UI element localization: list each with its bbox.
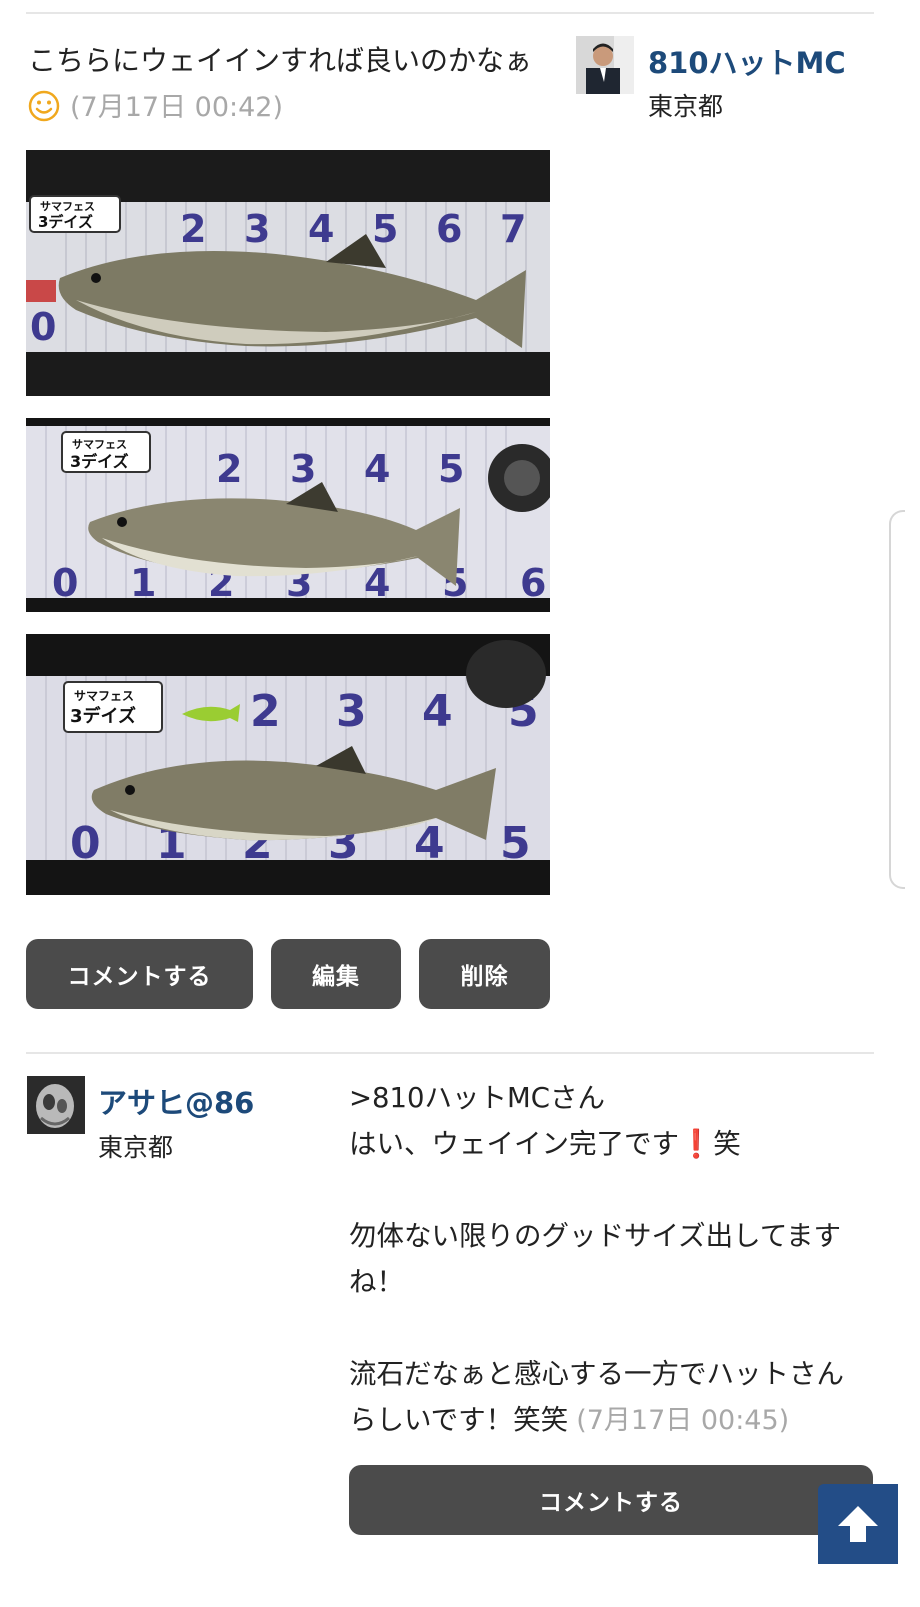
photo-2-label-line1: サマフェス — [72, 438, 127, 451]
photo-3-label-line1: サマフェス — [74, 689, 134, 703]
photo-2-bottom-number: 0 — [52, 561, 78, 605]
photo-1-bottom-number: 0 — [30, 305, 56, 349]
photo-1-top-number: 7 — [500, 207, 526, 251]
photo-2-top-number: 2 — [216, 447, 242, 491]
reply-comment-button[interactable]: コメントする — [349, 1465, 873, 1535]
photo-3-bottom-number: 4 — [414, 818, 445, 869]
photo-3-bottom-number: 0 — [70, 818, 101, 869]
reply-line2-text: はい、ウェイイン完了です — [349, 1128, 679, 1160]
reply-paragraph-3: 流石だなぁと感心する一方でハットさんらしいです！笑笑 (7月17日 00:45) — [349, 1351, 869, 1444]
photo-1-top-number: 6 — [436, 207, 462, 251]
fish-photo-2[interactable]: サマフェス 3デイズ 2 3 4 5 0 1 2 3 4 5 6 — [26, 418, 550, 612]
reply-quote: >810ハットMCさん — [349, 1082, 605, 1114]
reply-author-name[interactable]: アサヒ@86 — [98, 1080, 254, 1122]
photo-1-label-line2: 3デイズ — [38, 213, 93, 231]
photo-3-top-number: 4 — [422, 686, 453, 737]
reply-paragraph-2: 勿体ない限りのグッドサイズ出してますね！ — [349, 1220, 841, 1298]
post-timestamp: (7月17日 00:42) — [70, 92, 283, 123]
fish-photo-1[interactable]: サマフェス 3デイズ 2 3 4 5 6 7 0 — [26, 150, 550, 396]
reply-author-avatar[interactable] — [27, 1076, 85, 1134]
photo-2-top-number: 5 — [438, 447, 464, 491]
delete-button[interactable]: 削除 — [419, 939, 550, 1009]
post-body: こちらにウェイインすれば良いのかなぁ (7月17日 00:42) — [28, 38, 568, 131]
smiley-icon — [28, 90, 60, 122]
photo-3-top-number: 2 — [250, 686, 281, 737]
photo-2-label-line2: 3デイズ — [70, 452, 129, 471]
photo-1-top-number: 3 — [244, 207, 270, 251]
post-text: こちらにウェイインすれば良いのかなぁ — [28, 44, 533, 77]
photo-3-top-number: 3 — [336, 686, 367, 737]
reply-body: >810ハットMCさん はい、ウェイイン完了です❗笑 勿体ない限りのグッドサイズ… — [349, 1075, 869, 1444]
author-location: 東京都 — [648, 92, 724, 121]
photo-1-top-number: 4 — [308, 207, 334, 251]
arrow-up-icon — [838, 1506, 878, 1542]
photo-3-bottom-number: 5 — [500, 818, 531, 869]
fish-photo-3[interactable]: サマフェス 3デイズ 2 3 4 5 0 1 2 3 4 5 — [26, 634, 550, 895]
exclamation-icon: ❗ — [679, 1128, 714, 1160]
photo-1-label-line1: サマフェス — [40, 200, 95, 213]
photo-2-bottom-number: 4 — [364, 561, 390, 605]
photo-3-label-line2: 3デイズ — [70, 705, 136, 727]
reply-author-location: 東京都 — [98, 1133, 174, 1162]
side-panel-handle[interactable] — [889, 510, 905, 889]
photo-1-top-number: 2 — [180, 207, 206, 251]
edit-button[interactable]: 編集 — [271, 939, 401, 1009]
scroll-top-button[interactable] — [818, 1484, 898, 1564]
photo-2-top-number: 4 — [364, 447, 390, 491]
photo-2-top-number: 3 — [290, 447, 316, 491]
comment-button[interactable]: コメントする — [26, 939, 253, 1009]
reply-line2-suffix: 笑 — [713, 1128, 741, 1160]
author-name[interactable]: 810ハットMC — [648, 40, 846, 82]
reply-line: はい、ウェイイン完了です❗笑 — [349, 1121, 869, 1167]
photo-1-top-number: 5 — [372, 207, 398, 251]
reply-timestamp: (7月17日 00:45) — [576, 1405, 790, 1436]
photo-2-bottom-number: 6 — [520, 561, 546, 605]
author-avatar[interactable] — [576, 36, 634, 94]
top-divider — [26, 12, 874, 14]
photo-2-bottom-number: 1 — [130, 561, 156, 605]
reply-divider — [26, 1052, 874, 1054]
